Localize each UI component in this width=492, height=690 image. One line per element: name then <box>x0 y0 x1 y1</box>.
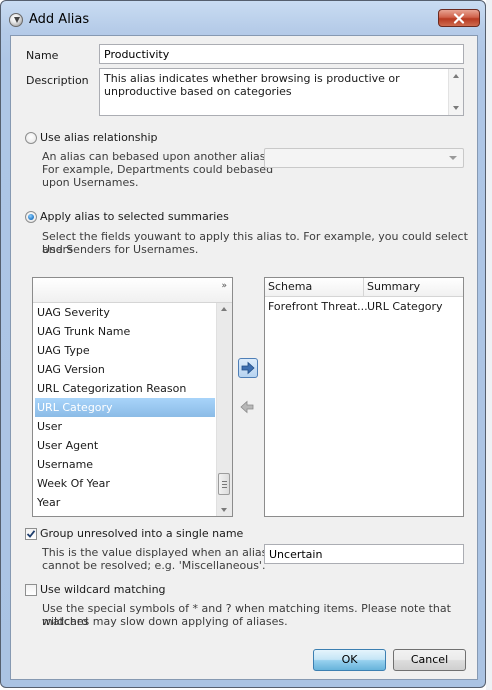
group-hint-1: This is the value displayed when an alia… <box>42 546 268 559</box>
scroll-down-icon[interactable] <box>221 508 227 512</box>
list-item[interactable]: User <box>35 417 215 436</box>
description-text: This alias indicates whether browsing is… <box>104 72 400 98</box>
fields-scrollbar[interactable] <box>216 303 232 516</box>
description-scrollbar[interactable] <box>448 69 463 115</box>
group-hint-2: cannot be resolved; e.g. 'Miscellaneous'… <box>42 559 266 572</box>
close-button[interactable] <box>438 9 480 27</box>
summaries-hint-2: and Senders for Usernames. <box>42 243 199 256</box>
arrow-left-icon <box>240 400 254 414</box>
list-item[interactable]: UAG Version <box>35 360 215 379</box>
scroll-up-icon[interactable] <box>221 307 227 311</box>
grid-cell-summary[interactable]: URL Category <box>367 300 443 313</box>
remove-field-button[interactable] <box>238 398 258 418</box>
summary-column-header[interactable]: Summary <box>367 280 420 293</box>
expand-list-button[interactable]: » <box>221 281 226 291</box>
relationship-hint-2: For example, Departments could bebased <box>42 163 274 176</box>
checkmark-icon <box>26 530 36 538</box>
group-unresolved-checkbox[interactable] <box>25 528 37 540</box>
list-item[interactable]: UAG Trunk Name <box>35 322 215 341</box>
title-bar[interactable]: Add Alias <box>1 1 485 39</box>
list-item[interactable]: Username <box>35 455 215 474</box>
list-item[interactable]: UAG Severity <box>35 303 215 322</box>
alias-relationship-dropdown[interactable] <box>264 148 464 168</box>
scroll-thumb[interactable] <box>218 473 230 495</box>
list-item[interactable]: Week Of Year <box>35 474 215 493</box>
wildcard-hint-2: matches may slow down applying of aliase… <box>42 615 288 628</box>
use-alias-relationship-radio[interactable] <box>25 132 37 144</box>
list-item[interactable]: User Agent <box>35 436 215 455</box>
chevron-down-icon <box>449 156 457 160</box>
dialog-body: Name Description This alias indicates wh… <box>10 35 478 680</box>
background-window-edge <box>486 0 492 690</box>
apply-to-summaries-radio[interactable] <box>25 211 37 223</box>
group-unresolved-label: Group unresolved into a single name <box>40 527 244 540</box>
apply-to-summaries-label: Apply alias to selected summaries <box>40 210 229 223</box>
list-item[interactable]: Year <box>35 493 215 512</box>
grid-cell-schema[interactable]: Forefront Threat... <box>268 300 368 313</box>
unresolved-name-input[interactable] <box>264 544 464 564</box>
relationship-hint-3: upon Usernames. <box>42 176 139 189</box>
use-alias-relationship-label: Use alias relationship <box>40 131 158 144</box>
description-textarea[interactable]: This alias indicates whether browsing is… <box>99 68 464 116</box>
list-header: » <box>33 278 232 303</box>
ok-button[interactable]: OK <box>313 649 386 671</box>
add-field-button[interactable] <box>238 358 258 378</box>
grid-header: Schema Summary <box>265 278 463 297</box>
available-fields-list[interactable]: » UAG Severity UAG Trunk Name UAG Type U… <box>32 277 233 517</box>
list-item[interactable]: URL Categorization Reason <box>35 379 215 398</box>
schema-column-header[interactable]: Schema <box>268 280 312 293</box>
window-title: Add Alias <box>29 12 90 27</box>
list-item-selected[interactable]: URL Category <box>35 398 215 417</box>
cancel-button[interactable]: Cancel <box>393 649 466 671</box>
wildcard-label: Use wildcard matching <box>40 583 166 596</box>
list-item[interactable]: UAG Type <box>35 341 215 360</box>
relationship-hint-1: An alias can bebased upon another alias. <box>42 150 270 163</box>
app-icon <box>9 13 23 27</box>
description-label: Description <box>26 74 89 87</box>
selected-summaries-grid[interactable]: Schema Summary Forefront Threat... URL C… <box>264 277 464 517</box>
scroll-down-icon[interactable] <box>453 106 459 110</box>
wildcard-checkbox[interactable] <box>25 584 37 596</box>
arrow-right-icon <box>241 361 255 375</box>
scroll-up-icon[interactable] <box>453 74 459 78</box>
name-input[interactable] <box>99 44 464 64</box>
name-label: Name <box>26 49 59 62</box>
close-icon <box>453 13 465 24</box>
add-alias-dialog: Add Alias Name Description This alias in… <box>0 0 486 688</box>
